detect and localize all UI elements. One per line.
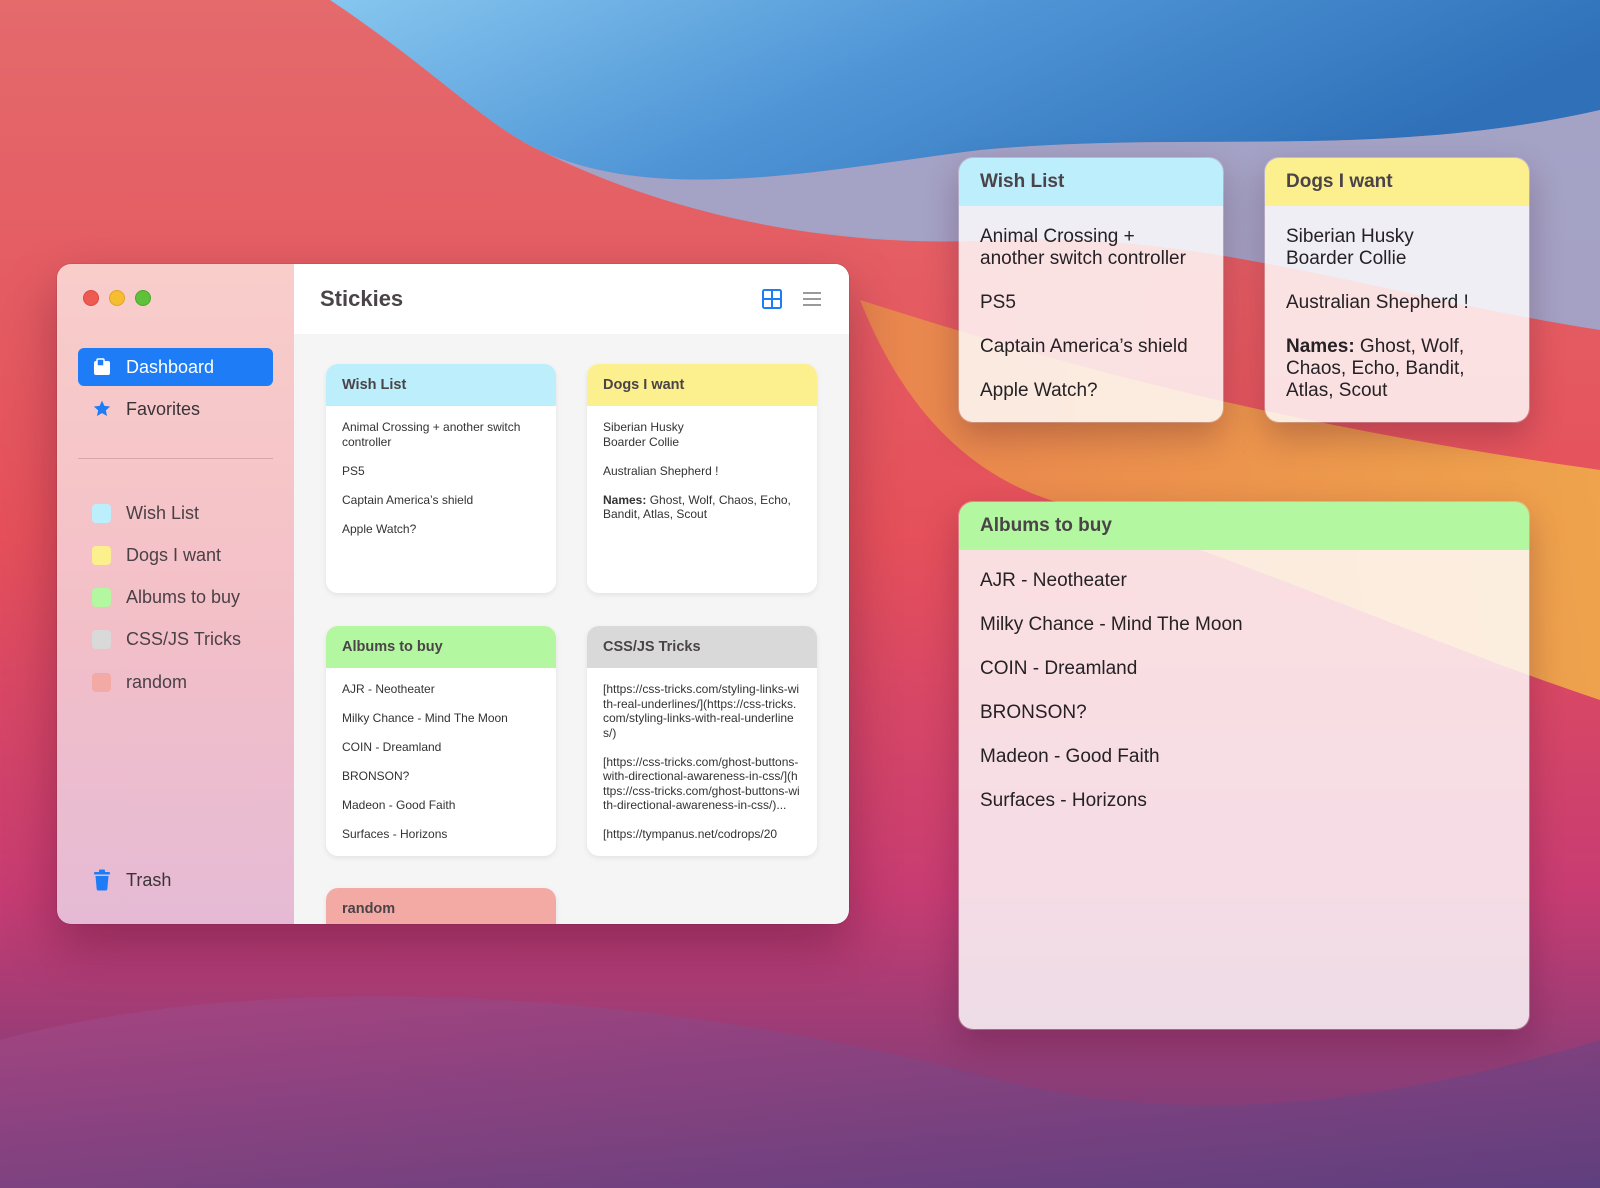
list-item: BRONSON? <box>342 769 410 783</box>
sidebar-item-random[interactable]: random <box>78 663 273 701</box>
floating-note-wish-list[interactable]: Wish List Animal Crossing + another swit… <box>959 158 1223 422</box>
note-body: AJR - Neotheater Milky Chance - Mind The… <box>959 550 1529 1029</box>
sidebar-item-label: Albums to buy <box>126 587 241 608</box>
list-item: Animal Crossing + another switch control… <box>980 226 1186 269</box>
grid-view-icon[interactable] <box>761 288 783 310</box>
list-item: Milky Chance - Mind The Moon <box>342 711 508 725</box>
note-card-body: AJR - Neotheater Milky Chance - Mind The… <box>326 668 556 842</box>
list-item: Madeon - Good Faith <box>980 746 1160 767</box>
minimize-window-button[interactable] <box>109 290 125 306</box>
note-card-dogs-i-want[interactable]: Dogs I want Siberian Husky Boarder Colli… <box>587 364 817 593</box>
dashboard-icon <box>92 357 112 377</box>
sidebar-item-dogs-i-want[interactable]: Dogs I want <box>78 536 273 574</box>
sidebar-divider <box>78 458 273 459</box>
list-item: Surfaces - Horizons <box>342 827 448 841</box>
note-body: Siberian Husky Boarder Collie Australian… <box>1265 206 1529 422</box>
color-swatch <box>92 588 111 608</box>
sidebar-item-trash[interactable]: Trash <box>78 861 273 899</box>
sidebar-item-label: Favorites <box>126 398 201 419</box>
list-item: PS5 <box>980 292 1016 313</box>
sidebar-item-label: Trash <box>126 869 172 890</box>
sidebar: Dashboard Favorites Wish List Dogs I wan… <box>57 264 294 924</box>
list-item: Australian Shepherd ! <box>603 463 719 478</box>
list-item: Apple Watch? <box>980 380 1098 401</box>
sidebar-item-albums-to-buy[interactable]: Albums to buy <box>78 579 273 617</box>
list-item: [https://css-tricks.com/ghost-buttons-wi… <box>603 754 800 813</box>
sidebar-item-label: CSS/JS Tricks <box>126 629 242 650</box>
star-icon <box>92 399 112 419</box>
note-card-title: Wish List <box>326 364 556 406</box>
toolbar: Stickies <box>294 264 849 334</box>
view-toggle <box>761 288 823 310</box>
list-item: Captain America’s shield <box>980 336 1188 357</box>
note-card-css-js-tricks[interactable]: CSS/JS Tricks [https://css-tricks.com/st… <box>587 626 817 856</box>
note-card-body: Siberian Husky Boarder Collie Australian… <box>587 406 817 522</box>
sidebar-nav: Dashboard Favorites <box>78 348 273 432</box>
list-view-icon[interactable] <box>801 288 823 310</box>
list-item: Apple Watch? <box>342 521 417 536</box>
list-item: Siberian Husky <box>603 420 684 434</box>
color-swatch <box>92 545 111 565</box>
note-card-albums-to-buy[interactable]: Albums to buy AJR - Neotheater Milky Cha… <box>326 626 556 856</box>
note-title: Albums to buy <box>959 502 1529 550</box>
list-item: BRONSON? <box>980 702 1087 723</box>
list-item: [https://tympanus.net/codrops/20 <box>603 827 778 841</box>
list-item: Names: Ghost, Wolf, Chaos, Echo, Bandit,… <box>1286 336 1508 402</box>
note-card-wish-list[interactable]: Wish List Animal Crossing + another swit… <box>326 364 556 593</box>
sidebar-item-label: random <box>126 671 188 692</box>
sidebar-item-label: Wish List <box>126 502 200 523</box>
list-item: Captain America’s shield <box>342 492 474 507</box>
note-card-body: Animal Crossing + another switch control… <box>326 406 556 536</box>
color-swatch <box>92 630 111 650</box>
note-title: Wish List <box>959 158 1223 206</box>
trash-icon <box>92 869 112 891</box>
names-label: Names: <box>1286 336 1355 357</box>
list-item: Boarder Collie <box>1286 248 1407 269</box>
list-item: Australian Shepherd ! <box>1286 292 1469 313</box>
note-card-title: Albums to buy <box>326 626 556 668</box>
note-card-title: Dogs I want <box>587 364 817 406</box>
window-controls <box>83 290 151 306</box>
sidebar-item-wish-list[interactable]: Wish List <box>78 494 273 532</box>
list-item: COIN - Dreamland <box>342 740 442 754</box>
zoom-window-button[interactable] <box>135 290 151 306</box>
sidebar-item-label: Dashboard <box>126 356 215 377</box>
list-item: Boarder Collie <box>603 434 680 449</box>
list-item: PS5 <box>342 463 365 478</box>
list-item: Milky Chance - Mind The Moon <box>980 614 1243 635</box>
list-item: Siberian Husky <box>1286 226 1414 247</box>
sidebar-item-css-js-tricks[interactable]: CSS/JS Tricks <box>78 621 273 659</box>
color-swatch <box>92 503 111 523</box>
note-card-body: [https://css-tricks.com/styling-links-wi… <box>587 668 817 842</box>
list-item: COIN - Dreamland <box>980 658 1138 679</box>
sidebar-notes-list: Wish List Dogs I want Albums to buy CSS/… <box>78 494 273 705</box>
sidebar-item-dashboard[interactable]: Dashboard <box>78 348 273 386</box>
list-item: Surfaces - Horizons <box>980 790 1147 811</box>
list-item: [https://css-tricks.com/styling-links-wi… <box>603 682 800 740</box>
note-card-title: random <box>326 888 556 924</box>
color-swatch <box>92 672 111 692</box>
page-title: Stickies <box>320 286 404 311</box>
close-window-button[interactable] <box>83 290 99 306</box>
floating-note-albums-to-buy[interactable]: Albums to buy AJR - Neotheater Milky Cha… <box>959 502 1529 1029</box>
list-item: Animal Crossing + another switch control… <box>342 420 521 449</box>
note-title: Dogs I want <box>1265 158 1529 206</box>
names-label: Names: <box>603 492 647 507</box>
stickies-window: Dashboard Favorites Wish List Dogs I wan… <box>57 264 849 924</box>
note-card-title: CSS/JS Tricks <box>587 626 817 668</box>
main-content: Stickies Wish List Animal Crossing + ano… <box>294 264 849 924</box>
floating-note-dogs-i-want[interactable]: Dogs I want Siberian Husky Boarder Colli… <box>1265 158 1529 422</box>
note-body: Animal Crossing + another switch control… <box>959 206 1223 422</box>
list-item: Names: Ghost, Wolf, Chaos, Echo, Bandit,… <box>603 493 801 522</box>
list-item: AJR - Neotheater <box>342 682 435 696</box>
sidebar-item-favorites[interactable]: Favorites <box>78 390 273 428</box>
list-item: AJR - Neotheater <box>980 570 1127 591</box>
note-card-random[interactable]: random <box>326 888 556 924</box>
list-item: Madeon - Good Faith <box>342 798 456 812</box>
sidebar-item-label: Dogs I want <box>126 544 222 565</box>
